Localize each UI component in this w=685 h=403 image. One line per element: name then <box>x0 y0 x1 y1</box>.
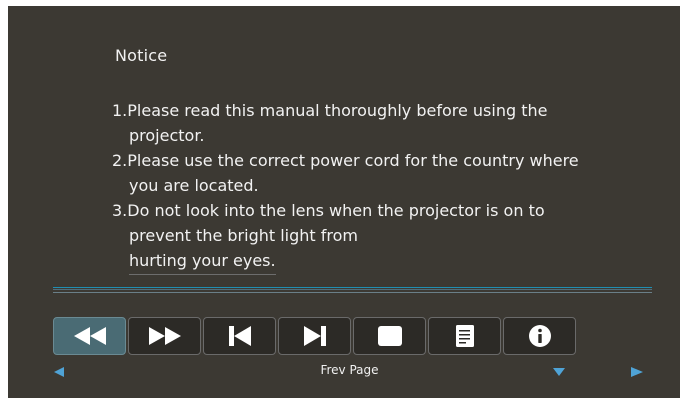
notice-line: projector. <box>129 126 205 145</box>
notice-line: 1.Please read this manual thoroughly bef… <box>112 101 548 120</box>
rewind-icon <box>73 327 106 345</box>
notice-line-text: hurting your eyes. <box>129 248 276 275</box>
rewind-button[interactable] <box>53 317 126 355</box>
fast-forward-icon <box>148 327 181 345</box>
notice-line: 2.Please use the correct power cord for … <box>112 151 579 170</box>
document-button[interactable] <box>428 317 501 355</box>
skip-next-button[interactable] <box>278 317 351 355</box>
status-bar: Frev Page <box>8 361 680 381</box>
notice-line: hurting your eyes. <box>112 248 632 275</box>
viewer-screen: Notice 1.Please read this manual thoroug… <box>8 6 680 398</box>
page-label: Frev Page <box>320 363 379 377</box>
down-arrow-icon[interactable] <box>552 367 566 377</box>
skip-next-icon <box>303 326 326 346</box>
stop-icon <box>377 326 402 346</box>
skip-previous-icon <box>228 326 251 346</box>
divider <box>53 287 652 288</box>
notice-body: 1.Please read this manual thoroughly bef… <box>112 98 632 275</box>
skip-previous-button[interactable] <box>203 317 276 355</box>
divider <box>53 292 652 293</box>
playback-toolbar <box>53 317 576 355</box>
fast-forward-button[interactable] <box>128 317 201 355</box>
document-icon <box>455 325 474 347</box>
notice-line: 3.Do not look into the lens when the pro… <box>112 201 545 220</box>
notice-title: Notice <box>115 46 168 65</box>
info-icon <box>528 325 551 347</box>
stop-button[interactable] <box>353 317 426 355</box>
notice-line: you are located. <box>129 176 259 195</box>
notice-line: prevent the bright light from <box>129 226 358 245</box>
right-arrow-icon[interactable] <box>630 366 644 378</box>
info-button[interactable] <box>503 317 576 355</box>
